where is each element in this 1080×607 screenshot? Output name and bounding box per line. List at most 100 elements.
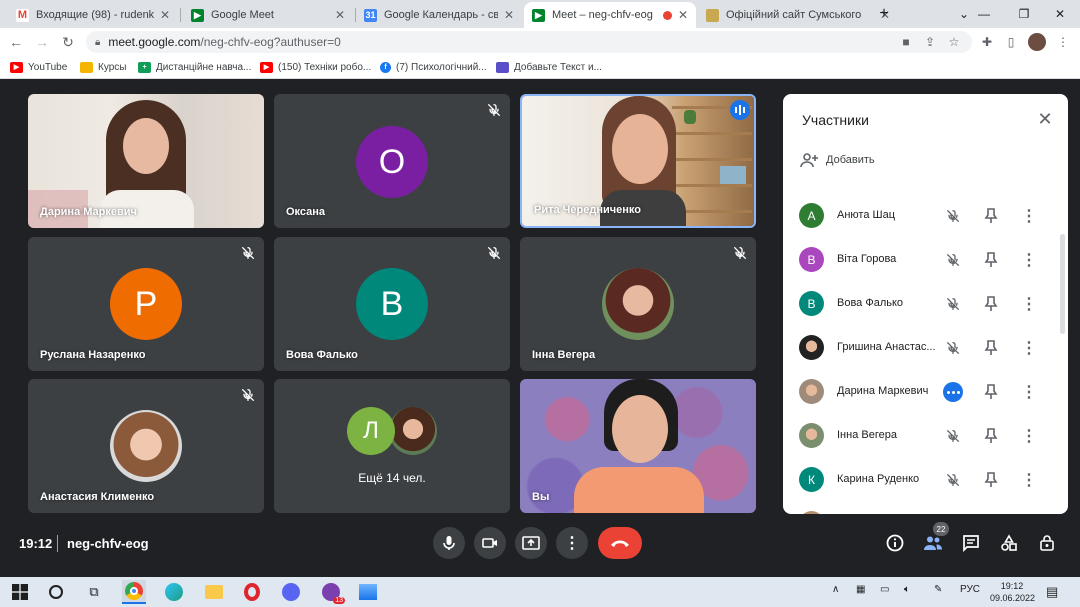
meeting-code[interactable]: neg-chfv-eog xyxy=(67,536,149,551)
profile-avatar[interactable] xyxy=(1028,33,1046,51)
tray-up-icon[interactable]: ∧ xyxy=(832,584,839,595)
add-people-button[interactable]: Добавить xyxy=(799,150,875,170)
speaker-icon[interactable]: 🔈︎ xyxy=(904,584,910,595)
file-explorer-icon[interactable] xyxy=(202,580,226,604)
extensions-icon[interactable]: ✚ xyxy=(978,33,996,51)
more-vert-icon[interactable]: ⋮ xyxy=(1019,250,1039,270)
participant-row[interactable]: К Карина Руденко ⋮ xyxy=(783,458,1068,502)
participant-row[interactable]: Інна Вегера ⋮ xyxy=(783,414,1068,458)
pen-icon[interactable]: ✎ xyxy=(934,584,942,595)
mic-off-icon[interactable] xyxy=(943,206,963,226)
share-icon[interactable]: ⇪ xyxy=(921,33,939,51)
pin-icon[interactable] xyxy=(981,470,1001,490)
mic-off-icon[interactable] xyxy=(943,426,963,446)
meeting-details-button[interactable] xyxy=(884,532,906,554)
bookmark-add-text[interactable]: Добавьте Текст и... xyxy=(496,59,602,75)
pin-icon[interactable] xyxy=(981,426,1001,446)
present-screen-button[interactable] xyxy=(515,527,547,559)
edge-icon[interactable] xyxy=(162,580,186,604)
participant-row[interactable]: А Анюта Шац ⋮ xyxy=(783,194,1068,238)
minimize-button[interactable]: — xyxy=(964,0,1004,28)
bookmark-youtube[interactable]: ▶ YouTube xyxy=(10,59,67,75)
mic-off-icon[interactable] xyxy=(943,470,963,490)
tile-self[interactable]: Вы xyxy=(520,379,756,513)
maximize-button[interactable]: ❐ xyxy=(1004,0,1044,28)
activities-button[interactable] xyxy=(998,532,1020,554)
pin-icon[interactable] xyxy=(981,206,1001,226)
microphone-button[interactable] xyxy=(433,527,465,559)
search-icon[interactable] xyxy=(44,580,68,604)
avatar-letter: Л xyxy=(363,417,379,444)
tab-google-calendar[interactable]: 31 Google Календарь - сведен ✕ xyxy=(356,2,522,28)
close-tab-icon[interactable]: ✕ xyxy=(160,8,170,22)
camera-icon[interactable]: ■ xyxy=(897,33,915,51)
close-tab-icon[interactable]: ✕ xyxy=(504,8,514,22)
tab-gmail[interactable]: M Входящие (98) - rudenkovik ✕ xyxy=(8,2,178,28)
participant-avatar: Л xyxy=(347,407,395,455)
language-indicator[interactable]: РУС xyxy=(960,584,980,595)
participant-row[interactable]: Катя Давидова⋮ xyxy=(783,502,1068,514)
mic-off-icon[interactable] xyxy=(943,250,963,270)
participant-row[interactable]: Дарина Маркевич ⋮ xyxy=(783,370,1068,414)
tile-oksana[interactable]: О Оксана xyxy=(274,94,510,228)
more-vert-icon[interactable]: ⋮ xyxy=(1019,294,1039,314)
tab-google-meet[interactable]: ▶ Google Meet ✕ xyxy=(183,2,353,28)
close-panel-button[interactable]: ✕ xyxy=(1034,108,1056,130)
address-bar[interactable]: 🔒︎ meet.google.com/neg-chfv-eog?authuser… xyxy=(86,31,972,53)
reload-button[interactable]: ↻ xyxy=(58,32,78,52)
participant-row[interactable]: Гришина Анастас... ⋮ xyxy=(783,326,1068,370)
more-vert-icon[interactable]: ⋮ xyxy=(1019,426,1039,446)
forward-button[interactable]: → xyxy=(32,32,52,52)
discord-icon[interactable] xyxy=(279,580,303,604)
chrome-icon[interactable] xyxy=(122,580,146,604)
close-tab-icon[interactable]: ✕ xyxy=(678,8,688,22)
close-window-button[interactable]: ✕ xyxy=(1040,0,1080,28)
more-vert-icon[interactable]: ⋮ xyxy=(1019,470,1039,490)
close-tab-icon[interactable]: ✕ xyxy=(335,8,345,22)
bookmark-techniques[interactable]: ▶ (150) Техніки робо... xyxy=(260,59,371,75)
system-clock[interactable]: 19:12 09.06.2022 xyxy=(990,580,1035,604)
network-icon[interactable]: ▦ xyxy=(856,584,865,595)
pin-icon[interactable] xyxy=(981,294,1001,314)
panel-scrollbar[interactable] xyxy=(1060,234,1065,334)
photos-icon[interactable] xyxy=(356,580,380,604)
tile-inna[interactable]: Інна Вегера xyxy=(520,237,756,371)
participant-row[interactable]: В Вова Фалько ⋮ xyxy=(783,282,1068,326)
tile-ruslana[interactable]: Р Руслана Назаренко xyxy=(28,237,264,371)
opera-gx-icon[interactable]: 13 xyxy=(319,580,345,604)
bookmark-distance[interactable]: + Дистанційне навча... xyxy=(138,59,251,75)
tile-daryna[interactable]: Дарина Маркевич xyxy=(28,94,264,228)
notifications-icon[interactable]: ▤ xyxy=(1046,584,1058,600)
tile-ryta[interactable]: Рита Чередниченко xyxy=(520,94,756,228)
tab-meet-active[interactable]: ▶ Meet – neg-chfv-eog ✕ xyxy=(524,2,696,28)
bookmark-psych[interactable]: f (7) Психологічний... xyxy=(380,59,487,75)
more-vert-icon[interactable]: ⋮ xyxy=(1019,206,1039,226)
host-controls-button[interactable] xyxy=(1036,532,1058,554)
mic-off-icon[interactable] xyxy=(943,294,963,314)
chat-button[interactable] xyxy=(960,532,982,554)
leave-call-button[interactable] xyxy=(598,527,642,559)
tile-anastasia[interactable]: Анастасия Клименко xyxy=(28,379,264,513)
windows-start-icon[interactable] xyxy=(8,580,32,604)
new-tab-button[interactable]: + xyxy=(864,0,904,28)
back-button[interactable]: ← xyxy=(6,32,26,52)
audio-level-icon[interactable] xyxy=(943,382,963,402)
pin-icon[interactable] xyxy=(981,250,1001,270)
opera-icon[interactable] xyxy=(240,580,264,604)
camera-button[interactable] xyxy=(474,527,506,559)
bookmark-kursy[interactable]: Курсы xyxy=(80,59,126,75)
mic-off-icon[interactable] xyxy=(943,338,963,358)
side-panel-icon[interactable]: ▯ xyxy=(1002,33,1020,51)
task-view-icon[interactable]: ⧉ xyxy=(82,580,106,604)
participant-row[interactable]: В Віта Горова ⋮ xyxy=(783,238,1068,282)
more-options-button[interactable]: ⋮ xyxy=(556,527,588,559)
bookmark-star-icon[interactable]: ☆ xyxy=(945,33,963,51)
pin-icon[interactable] xyxy=(981,338,1001,358)
pin-icon[interactable] xyxy=(981,382,1001,402)
battery-icon[interactable]: ▭ xyxy=(880,584,889,595)
more-vert-icon[interactable]: ⋮ xyxy=(1019,382,1039,402)
more-vert-icon[interactable]: ⋮ xyxy=(1019,338,1039,358)
menu-icon[interactable]: ⋮ xyxy=(1054,33,1072,51)
tile-others-group[interactable]: Л Ещё 14 чел. xyxy=(274,379,510,513)
tile-vova[interactable]: В Вова Фалько xyxy=(274,237,510,371)
